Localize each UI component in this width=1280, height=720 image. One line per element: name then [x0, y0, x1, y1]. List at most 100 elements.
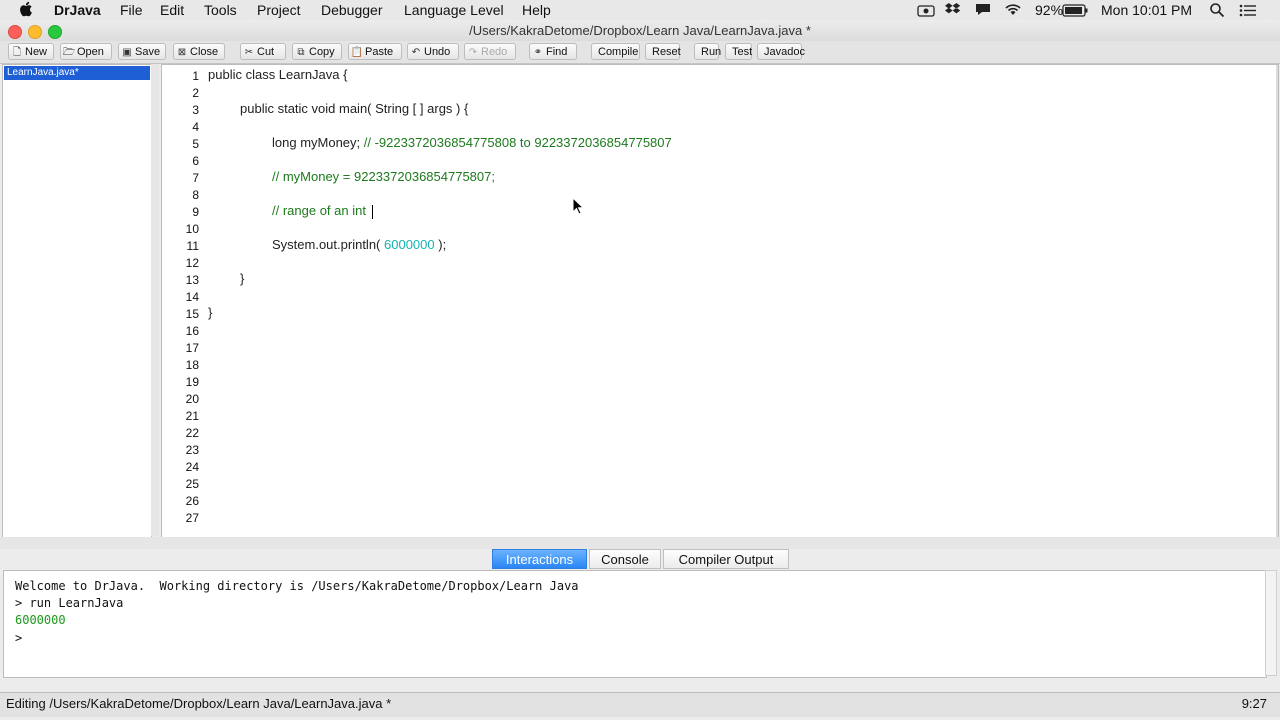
menu-edit[interactable]: Edit [160, 1, 184, 19]
mouse-pointer-icon [572, 196, 585, 220]
find-button[interactable]: ⚭ Find [529, 43, 577, 60]
redo-icon: ↷ [468, 47, 478, 58]
code-editor[interactable]: 1 2 3 4 5 6 7 8 9 10 11 12 13 14 15 16 1… [161, 64, 1279, 538]
editor-scrollbar[interactable] [1276, 65, 1278, 537]
line-number: 18 [185, 358, 199, 372]
code-line-3: public static void main( String [ ] args… [240, 101, 469, 116]
line-number: 24 [185, 460, 199, 474]
notification-center-icon[interactable] [1239, 3, 1257, 21]
horizontal-splitter[interactable] [0, 537, 1280, 549]
undo-button[interactable]: ↶ Undo [407, 43, 459, 60]
tab-console[interactable]: Console [589, 549, 661, 569]
line-number: 6 [192, 154, 199, 168]
redo-button[interactable]: ↷ Redo [464, 43, 516, 60]
line-number: 20 [185, 392, 199, 406]
code-line-11: System.out.println( 6000000 ); [272, 237, 446, 252]
reset-button[interactable]: Reset [645, 43, 681, 60]
copy-icon: ⧉ [297, 47, 305, 58]
wifi-icon[interactable] [1003, 2, 1023, 21]
line-number: 22 [185, 426, 199, 440]
line-number: 4 [192, 120, 199, 134]
interactions-welcome-line: Welcome to DrJava. Working directory is … [15, 579, 579, 593]
code-comment: // range of an int [272, 203, 370, 218]
line-number: 14 [185, 290, 199, 304]
cursor-position: 9:27 [1241, 696, 1267, 711]
close-button[interactable]: ⊠ Close [173, 43, 225, 60]
interactions-pane[interactable]: Welcome to DrJava. Working directory is … [3, 570, 1267, 678]
line-number: 1 [192, 69, 199, 83]
interactions-scrollbar[interactable] [1265, 570, 1277, 676]
code-comment: // -9223372036854775808 to 9223372036854… [363, 135, 672, 150]
menu-language-level[interactable]: Language Level [404, 1, 504, 19]
run-button[interactable]: Run [694, 43, 721, 60]
vertical-splitter[interactable] [151, 64, 159, 536]
folder-icon: 🗁 [62, 47, 76, 58]
messages-icon[interactable] [974, 2, 992, 21]
line-number: 15 [185, 307, 199, 321]
new-file-icon: 🗋 [12, 47, 22, 58]
paste-button[interactable]: 📋 Paste [348, 43, 402, 60]
battery-percent: 92% [1035, 2, 1064, 18]
document-list-panel: LearnJava.java* [2, 64, 152, 538]
line-number: 8 [192, 188, 199, 202]
code-line-5: long myMoney; // -9223372036854775808 to… [272, 135, 672, 150]
test-button[interactable]: Test [725, 43, 752, 60]
code-text: long myMoney; [272, 135, 364, 150]
line-number: 7 [192, 171, 199, 185]
line-number: 27 [185, 511, 199, 525]
tab-compiler-output[interactable]: Compiler Output [663, 549, 789, 569]
cut-button[interactable]: ✂ Cut [240, 43, 286, 60]
line-number: 25 [185, 477, 199, 491]
line-number: 23 [185, 443, 199, 457]
menubar-clock[interactable]: Mon 10:01 PM [1101, 1, 1192, 19]
clipboard-icon: 📋 [350, 47, 364, 58]
code-text: ); [434, 237, 447, 252]
line-number: 9 [192, 205, 199, 219]
undo-icon: ↶ [411, 47, 421, 58]
screen-record-icon[interactable] [917, 3, 935, 21]
menu-debugger[interactable]: Debugger [321, 1, 383, 19]
app-menu[interactable]: DrJava [54, 1, 101, 19]
line-number: 17 [185, 341, 199, 355]
line-number: 16 [185, 324, 199, 338]
text-caret [371, 204, 373, 219]
interactions-output-line: 6000000 [15, 613, 66, 627]
interactions-prompt[interactable]: > [15, 631, 22, 645]
code-line-1: public class LearnJava { [208, 67, 348, 82]
new-button[interactable]: 🗋 New [8, 43, 54, 60]
line-number: 5 [192, 137, 199, 151]
menu-bar: DrJava File Edit Tools Project Debugger … [0, 0, 1280, 21]
menu-tools[interactable]: Tools [204, 1, 237, 19]
line-number: 10 [185, 222, 199, 236]
save-button[interactable]: ▣ Save [118, 43, 166, 60]
spotlight-search-icon[interactable] [1209, 2, 1225, 22]
open-button[interactable]: 🗁 Open [60, 43, 112, 60]
code-text: System.out.println( [272, 237, 384, 252]
line-number: 26 [185, 494, 199, 508]
interactions-command-line: > run LearnJava [15, 596, 124, 610]
code-line-7: // myMoney = 9223372036854775807; [272, 169, 495, 184]
line-number: 13 [185, 273, 199, 287]
line-number: 2 [192, 86, 199, 100]
menu-help[interactable]: Help [522, 1, 551, 19]
line-number: 19 [185, 375, 199, 389]
menu-project[interactable]: Project [257, 1, 301, 19]
code-line-9: // range of an int [272, 203, 373, 219]
javadoc-button[interactable]: Javadoc [757, 43, 805, 60]
menu-file[interactable]: File [120, 1, 143, 19]
status-message: Editing /Users/KakraDetome/Dropbox/Learn… [6, 696, 392, 711]
dropbox-icon[interactable] [945, 2, 961, 20]
code-number: 6000000 [384, 237, 435, 252]
compile-button[interactable]: Compile [591, 43, 640, 60]
apple-icon[interactable] [20, 1, 34, 21]
code-line-13: } [240, 271, 245, 286]
document-list-item[interactable]: LearnJava.java* [4, 66, 150, 80]
copy-button[interactable]: ⧉ Copy [292, 43, 342, 60]
battery-icon[interactable] [1062, 3, 1088, 21]
tab-interactions[interactable]: Interactions [492, 549, 587, 569]
code-line-15: } [208, 305, 213, 320]
line-number: 21 [185, 409, 199, 423]
line-number: 11 [186, 239, 199, 253]
scissors-icon: ✂ [244, 47, 254, 58]
close-file-icon: ⊠ [177, 47, 187, 58]
